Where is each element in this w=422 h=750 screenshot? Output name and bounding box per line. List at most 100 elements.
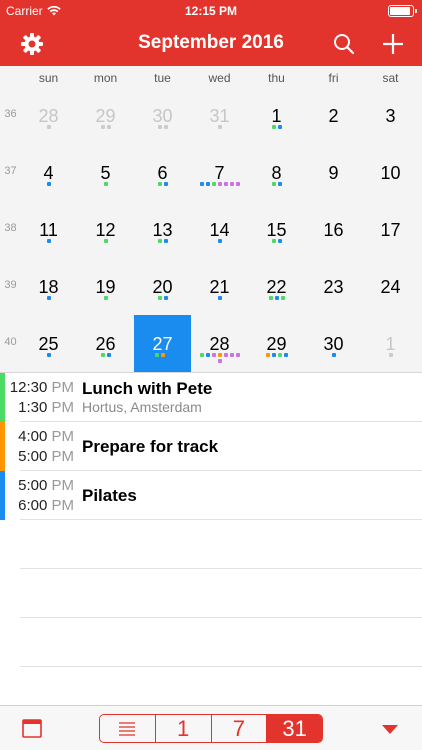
- day-cell[interactable]: 21: [191, 258, 248, 315]
- event-dot: [388, 353, 393, 357]
- day-cell[interactable]: 18: [20, 258, 77, 315]
- event-title: Prepare for track: [82, 437, 219, 456]
- event-dot: [157, 182, 162, 186]
- end-time: 5:00: [18, 448, 48, 465]
- start-time: 4:00: [18, 428, 48, 445]
- event-dot: [283, 353, 288, 357]
- week-number: 39: [4, 279, 17, 291]
- end-ampm: PM: [51, 497, 75, 514]
- event-color-bar: [0, 373, 5, 422]
- event-dot: [163, 239, 168, 243]
- today-button[interactable]: [21, 717, 43, 739]
- day-cell[interactable]: 31: [191, 87, 248, 144]
- event-dot: [103, 182, 108, 186]
- event-dots: [77, 353, 134, 357]
- day-number: 4: [43, 163, 54, 183]
- day-cell[interactable]: 28: [20, 87, 77, 144]
- weekday-label: sun: [38, 71, 59, 85]
- day-number: 19: [95, 277, 116, 297]
- event-dot: [163, 125, 168, 129]
- day-cell[interactable]: 1: [362, 315, 419, 372]
- day-number: 9: [328, 163, 339, 183]
- day-cell-selected[interactable]: 27: [134, 315, 191, 372]
- day-cell[interactable]: 30: [305, 315, 362, 372]
- weekday-label: tue: [154, 71, 171, 85]
- day-cell[interactable]: 7: [191, 144, 248, 201]
- day-cell[interactable]: 20: [134, 258, 191, 315]
- battery-icon: [388, 5, 417, 17]
- day-cell[interactable]: 1: [248, 87, 305, 144]
- week-number: 36: [4, 108, 17, 120]
- day-cell[interactable]: 19: [77, 258, 134, 315]
- day-cell[interactable]: 29: [248, 315, 305, 372]
- day-cell[interactable]: 15: [248, 201, 305, 258]
- day-cell[interactable]: 26: [77, 315, 134, 372]
- event-dot: [280, 296, 285, 300]
- event-dot: [223, 353, 228, 357]
- day-cell[interactable]: 12: [77, 201, 134, 258]
- event-dot: [103, 296, 108, 300]
- day-cell[interactable]: 14: [191, 201, 248, 258]
- add-event-button[interactable]: [379, 30, 407, 58]
- week-view-tab[interactable]: 7: [212, 715, 268, 742]
- day-view-tab[interactable]: 1: [156, 715, 212, 742]
- day-number: 29: [95, 106, 116, 126]
- day-cell[interactable]: 2: [305, 87, 362, 144]
- day-cell[interactable]: 11: [20, 201, 77, 258]
- day-cell[interactable]: 8: [248, 144, 305, 201]
- day-cell[interactable]: 13: [134, 201, 191, 258]
- start-time: 12:30: [9, 379, 48, 396]
- event-dot: [166, 353, 171, 357]
- day-number: 1: [271, 106, 282, 126]
- event-dot: [205, 353, 210, 357]
- event-start-time: 4:00 PM: [6, 428, 74, 445]
- day-cell[interactable]: 28: [191, 315, 248, 372]
- event-dot: [154, 353, 159, 357]
- event-dot: [229, 353, 234, 357]
- event-dot: [217, 296, 222, 300]
- top-bar: Carrier 12:15 PM September 2016: [0, 0, 422, 66]
- weekday-label: fri: [328, 71, 339, 85]
- event-row[interactable]: 4:00 PM 5:00 PM Prepare for track: [0, 422, 422, 471]
- event-dots: [248, 296, 305, 300]
- day-cell[interactable]: 23: [305, 258, 362, 315]
- day-cell[interactable]: 30: [134, 87, 191, 144]
- day-cell[interactable]: 25: [20, 315, 77, 372]
- event-list: 12:30 PM 1:30 PM Lunch with Pete Hortus,…: [0, 372, 422, 705]
- event-dots: [191, 125, 248, 129]
- day-cell[interactable]: 9: [305, 144, 362, 201]
- day-cell[interactable]: 16: [305, 201, 362, 258]
- day-cell[interactable]: 3: [362, 87, 419, 144]
- event-row[interactable]: 5:00 PM 6:00 PM Pilates: [0, 471, 422, 520]
- day-cell[interactable]: 5: [77, 144, 134, 201]
- event-row[interactable]: 12:30 PM 1:30 PM Lunch with Pete Hortus,…: [0, 373, 422, 422]
- day-number: 18: [38, 277, 59, 297]
- navigation-bar: September 2016: [0, 22, 422, 66]
- event-dots: [248, 125, 305, 129]
- month-title[interactable]: September 2016: [0, 32, 422, 54]
- day-cell[interactable]: 17: [362, 201, 419, 258]
- event-dots: [20, 182, 77, 186]
- event-dot: [223, 182, 228, 186]
- day-cell[interactable]: 22: [248, 258, 305, 315]
- month-view-tab[interactable]: 31: [267, 715, 322, 742]
- event-dots: [248, 353, 305, 357]
- event-dot: [100, 353, 105, 357]
- day-number: 17: [380, 220, 401, 240]
- event-dots: [134, 353, 191, 357]
- divider: [20, 568, 422, 569]
- event-dot: [217, 125, 222, 129]
- day-cell[interactable]: 6: [134, 144, 191, 201]
- event-location: Hortus, Amsterdam: [82, 399, 202, 415]
- event-dot: [217, 239, 222, 243]
- list-view-tab[interactable]: [100, 715, 156, 742]
- collapse-button[interactable]: [381, 722, 399, 734]
- day-cell[interactable]: 29: [77, 87, 134, 144]
- week-number: 40: [4, 336, 17, 348]
- day-cell[interactable]: 24: [362, 258, 419, 315]
- event-dots: [191, 296, 248, 300]
- search-button[interactable]: [330, 30, 358, 58]
- day-cell[interactable]: 4: [20, 144, 77, 201]
- battery-fill: [390, 7, 410, 15]
- day-cell[interactable]: 10: [362, 144, 419, 201]
